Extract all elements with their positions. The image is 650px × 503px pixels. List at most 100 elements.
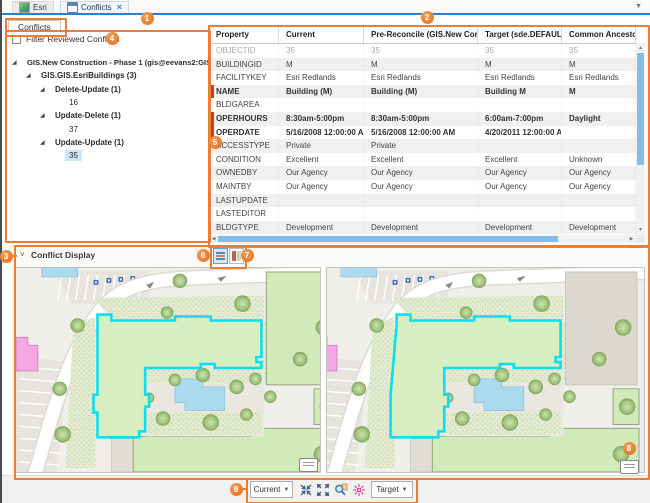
table-cell[interactable]: Building M — [478, 85, 562, 99]
tree-expander-icon[interactable]: ◢ — [12, 59, 19, 66]
table-cell[interactable]: Excellent — [364, 153, 478, 167]
collapse-extent-button[interactable] — [299, 483, 313, 497]
collapse-chevron-icon[interactable]: ˅ — [20, 250, 25, 259]
table-row[interactable]: BUILDINGIDMMMM — [209, 58, 636, 72]
tree-expander-icon[interactable]: ◢ — [40, 139, 47, 146]
tree-item[interactable]: ◢Update-Delete (1) — [40, 109, 125, 122]
table-cell[interactable] — [364, 194, 478, 208]
table-cell[interactable]: OWNEDBY — [209, 166, 279, 180]
table-cell[interactable]: Excellent — [279, 153, 364, 167]
table-cell[interactable]: FACILITYKEY — [209, 71, 279, 85]
tree-item[interactable]: 16 — [54, 96, 82, 109]
table-cell[interactable]: OBJECTID — [209, 44, 279, 58]
map-target[interactable] — [326, 267, 645, 473]
window-tab-conflicts[interactable]: Conflicts × — [60, 1, 129, 13]
table-cell[interactable] — [364, 207, 478, 221]
table-cell[interactable]: 8:30am-5:00pm — [364, 112, 478, 126]
table-cell[interactable] — [478, 194, 562, 208]
table-cell[interactable]: 4/20/2011 12:00:00 AM — [478, 126, 562, 140]
table-cell[interactable]: Esri Redlands — [562, 71, 636, 85]
tree-expander-icon[interactable]: ◢ — [40, 112, 47, 119]
column-header[interactable]: Common Ancestor — [562, 26, 636, 43]
table-row[interactable]: NAMEBuilding (M)Building (M)Building MM — [209, 85, 636, 99]
table-cell[interactable]: Esri Redlands — [364, 71, 478, 85]
map-note-icon[interactable] — [299, 458, 318, 472]
table-cell[interactable]: M — [478, 58, 562, 72]
current-dropdown-button[interactable]: Current ▼ — [250, 481, 293, 498]
scroll-down-icon[interactable]: ▼ — [636, 226, 645, 234]
table-cell[interactable]: Development — [279, 221, 364, 235]
table-cell[interactable]: M — [562, 58, 636, 72]
table-cell[interactable]: Esri Redlands — [279, 71, 364, 85]
table-cell[interactable]: BLDGTYPE — [209, 221, 279, 235]
table-cell[interactable]: Development — [562, 221, 636, 235]
display-mode-rows-button[interactable] — [213, 248, 228, 264]
target-dropdown-button[interactable]: Target ▼ — [371, 481, 413, 498]
table-cell[interactable]: LASTEDITOR — [209, 207, 279, 221]
zoom-to-conflict-button[interactable] — [334, 483, 348, 497]
flash-feature-button[interactable] — [352, 483, 366, 497]
table-cell[interactable] — [562, 207, 636, 221]
tree-item[interactable]: ◢Update-Update (1) — [40, 136, 128, 149]
table-cell[interactable]: 35 — [364, 44, 478, 58]
table-cell[interactable]: Our Agency — [279, 166, 364, 180]
table-cell[interactable]: Unknown — [562, 153, 636, 167]
table-row[interactable]: LASTEDITOR — [209, 207, 636, 221]
table-cell[interactable]: Building (M) — [279, 85, 364, 99]
table-cell[interactable]: 35 — [478, 44, 562, 58]
table-cell[interactable]: Our Agency — [562, 180, 636, 194]
table-cell[interactable]: 5/16/2008 12:00:00 AM — [279, 126, 364, 140]
table-row[interactable]: FACILITYKEYEsri RedlandsEsri RedlandsEsr… — [209, 71, 636, 85]
pane-menu-icon[interactable]: ▼ — [635, 3, 642, 10]
tree-item[interactable]: 35 — [54, 149, 82, 162]
table-cell[interactable]: Our Agency — [364, 166, 478, 180]
tree-item[interactable]: ◢Delete-Update (1) — [40, 83, 125, 96]
table-cell[interactable] — [562, 126, 636, 140]
table-cell[interactable]: Daylight — [562, 112, 636, 126]
table-cell[interactable]: M — [279, 58, 364, 72]
filter-reviewed-checkbox[interactable] — [12, 35, 21, 44]
table-cell[interactable] — [279, 194, 364, 208]
tree-expander-icon[interactable]: ◢ — [26, 72, 33, 79]
table-cell[interactable]: Excellent — [478, 153, 562, 167]
scroll-up-icon[interactable]: ▲ — [636, 44, 645, 52]
v-scrollbar[interactable]: ▲ ▼ — [636, 43, 645, 235]
table-cell[interactable]: BUILDINGID — [209, 58, 279, 72]
h-scrollbar[interactable]: ◀ ▶ — [209, 235, 636, 243]
tree-item[interactable]: ◢GIS.GIS.EsriBuildings (3) — [26, 69, 141, 82]
column-header[interactable]: Target (sde.DEFAULT) — [478, 26, 562, 43]
table-cell[interactable]: Private — [364, 139, 478, 153]
table-cell[interactable]: 5/16/2008 12:00:00 AM — [364, 126, 478, 140]
table-cell[interactable] — [562, 194, 636, 208]
v-scroll-thumb[interactable] — [637, 53, 644, 165]
table-cell[interactable]: Our Agency — [478, 166, 562, 180]
table-cell[interactable]: CONDITION — [209, 153, 279, 167]
scroll-left-icon[interactable]: ◀ — [209, 235, 218, 243]
table-cell[interactable] — [478, 207, 562, 221]
table-cell[interactable]: Our Agency — [562, 166, 636, 180]
table-cell[interactable]: Our Agency — [364, 180, 478, 194]
table-cell[interactable]: OPERHOURS — [209, 112, 279, 126]
table-cell[interactable] — [478, 98, 562, 112]
tree-item[interactable]: ◢GIS.New Construction - Phase 1 (gis@eev… — [12, 56, 229, 69]
scroll-right-icon[interactable]: ▶ — [627, 235, 636, 243]
tree-expander-icon[interactable]: ◢ — [40, 86, 47, 93]
table-cell[interactable]: BLDGAREA — [209, 98, 279, 112]
column-header[interactable]: Current — [279, 26, 364, 43]
table-cell[interactable]: Development — [478, 221, 562, 235]
table-cell[interactable]: Development — [364, 221, 478, 235]
table-cell[interactable]: NAME — [209, 85, 279, 99]
table-row[interactable]: LASTUPDATE — [209, 194, 636, 208]
tree-item[interactable]: 37 — [54, 123, 82, 136]
table-row[interactable]: OPERDATE5/16/2008 12:00:00 AM5/16/2008 1… — [209, 126, 636, 140]
table-cell[interactable]: M — [562, 85, 636, 99]
table-cell[interactable]: Our Agency — [279, 180, 364, 194]
table-row[interactable]: OBJECTID35353535 — [209, 44, 636, 58]
table-cell[interactable]: 6:00am-7:00pm — [478, 112, 562, 126]
window-tab-esri[interactable]: Esri — [12, 1, 54, 13]
tab-close-icon[interactable]: × — [117, 3, 122, 12]
table-row[interactable]: MAINTBYOur AgencyOur AgencyOur AgencyOur… — [209, 180, 636, 194]
table-cell[interactable] — [562, 139, 636, 153]
table-row[interactable]: BLDGAREA — [209, 98, 636, 112]
map-note-icon[interactable] — [620, 460, 639, 474]
